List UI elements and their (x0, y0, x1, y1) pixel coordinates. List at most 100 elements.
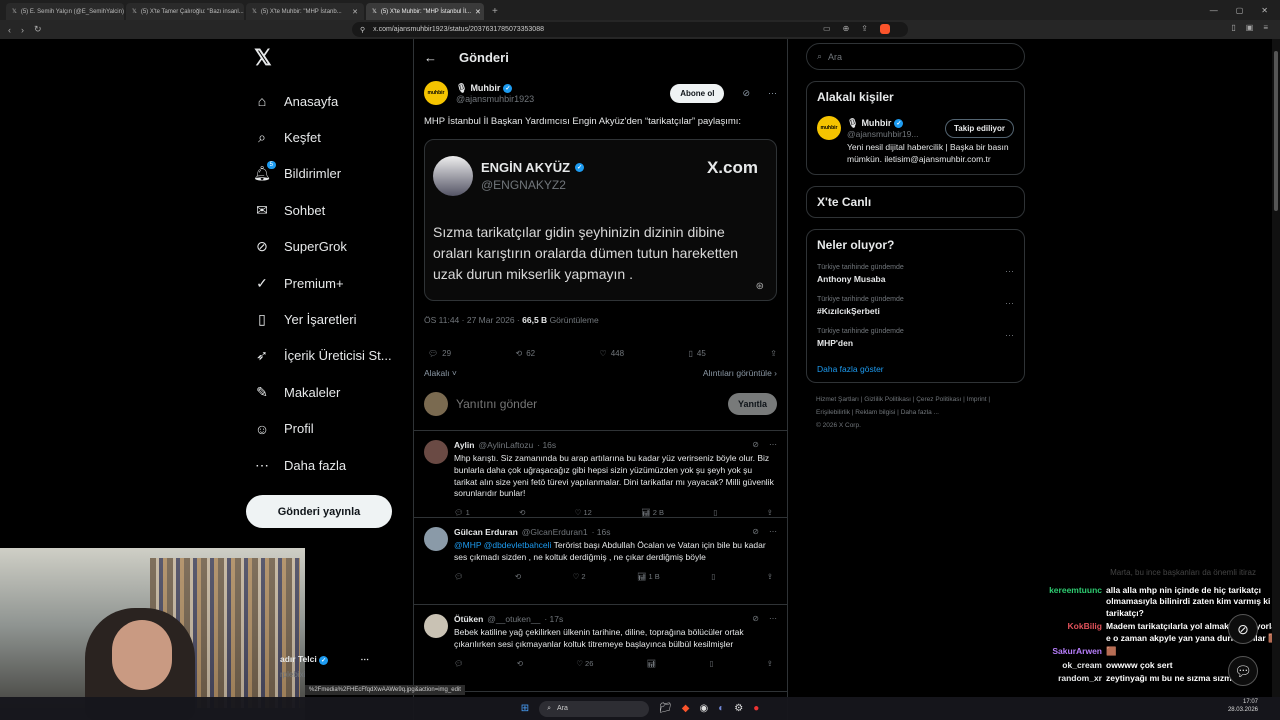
footer-link[interactable]: Reklam bilgisi (855, 409, 895, 416)
taskbar-clock[interactable]: 17:07 28.03.2026 (1228, 699, 1258, 715)
more-icon[interactable]: ⋯ (768, 88, 777, 99)
avatar[interactable] (424, 439, 448, 464)
site-info-icon[interactable]: ⚲ (360, 26, 365, 34)
reply-time[interactable]: · 16s (592, 527, 611, 537)
reply-item[interactable]: Aylin @AylinLaftozu · 16s ⊘ ⋯ Mhp karıştı… (414, 431, 787, 518)
trend-item[interactable]: Türkiye tarihinde gündemde #KızılcıkŞerb… (817, 296, 1014, 316)
back-icon[interactable]: ‹ (8, 25, 11, 35)
post-time[interactable]: ÖS 11:44 · 27 Mar 2026 · (424, 315, 520, 325)
obs-icon[interactable]: ◉ (700, 703, 709, 714)
like-action[interactable]: ♡ 26 (576, 659, 593, 668)
discord-icon[interactable]: ◐ (718, 703, 724, 714)
footer-link[interactable]: Imprint (967, 396, 987, 403)
more-icon[interactable]: ⋯ (1005, 266, 1014, 277)
brave-icon[interactable]: ◆ (682, 703, 690, 714)
more-icon[interactable]: ⋯ (769, 440, 777, 449)
share-icon[interactable]: ⇪ (861, 24, 868, 36)
trend-item[interactable]: Türkiye tarihinde gündemde MHP'den ⋯ (817, 328, 1014, 348)
page-scrollbar[interactable] (1272, 39, 1280, 697)
reply-item[interactable]: Gülcan Erduran @GlcanErduran1 · 16s ⊘ ⋯ @… (414, 518, 787, 605)
more-icon[interactable]: ⋯ (769, 614, 777, 623)
url-field[interactable]: ⚲ x.com/ajansmuhbir1923/status/203763178… (352, 22, 908, 37)
views-action[interactable]: 📊︎ 2 B (641, 508, 664, 517)
more-icon[interactable]: ⋯ (1005, 298, 1014, 309)
footer-link[interactable]: Erişilebilirlik (816, 409, 850, 416)
scroll-thumb[interactable] (1274, 51, 1278, 211)
tab-close-icon[interactable]: ✕ (475, 8, 481, 16)
app-icon[interactable]: ● (753, 703, 759, 714)
reply-author-handle[interactable]: @__otuken__ (487, 614, 540, 624)
bookmark-action[interactable]: ▯ 45 (689, 349, 706, 358)
windows-start-icon[interactable]: ⊞ (521, 703, 529, 714)
share-action[interactable]: ⇪ (767, 659, 773, 668)
nav-item-more[interactable]: ⋯ Daha fazla (246, 447, 406, 483)
footer-link[interactable]: Hizmet Şartları (816, 396, 859, 403)
nav-item-explore[interactable]: ⌕ Keşfet (246, 119, 406, 155)
close-window-icon[interactable]: ✕ (1261, 6, 1268, 15)
trend-item[interactable]: Türkiye tarihinde gündemde Anthony Musab… (817, 264, 1014, 284)
author-handle[interactable]: @ajansmuhbir1923 (456, 94, 662, 104)
back-arrow-icon[interactable]: ← (424, 50, 437, 65)
avatar[interactable] (424, 613, 448, 638)
reply-action[interactable]: 💬︎ (454, 572, 464, 581)
following-button[interactable]: Takip ediliyor (945, 118, 1014, 138)
repost-action[interactable]: ⟲ (517, 659, 523, 668)
browser-tab-active[interactable]: 𝕏 (5) X'te Muhbir: "MHP İstanbul İl... ✕ (366, 3, 484, 20)
live-panel[interactable]: X'te Canlı (806, 185, 1025, 218)
footer-link[interactable]: Daha fazla ... (901, 409, 939, 416)
new-tab-button[interactable]: + (486, 3, 504, 20)
wallet-icon[interactable]: ▣ (1246, 23, 1254, 32)
reply-action[interactable]: 💬︎ 29 (428, 349, 451, 358)
grok-icon[interactable]: ⊘ (752, 440, 759, 449)
post-button[interactable]: Gönderi yayınla (246, 495, 392, 529)
reply-item[interactable]: Ötüken @__otuken__ · 17s ⊘ ⋯ Bebek katili… (414, 605, 787, 692)
more-icon[interactable]: ⋯ (1005, 330, 1014, 341)
minimize-icon[interactable]: — (1210, 6, 1218, 15)
more-icon[interactable]: ⋯ (769, 527, 777, 536)
share-action[interactable]: ⇪ (767, 508, 773, 517)
chat-bubble-icon[interactable]: 💬︎ (1228, 656, 1258, 686)
views-action[interactable]: 📊︎ (647, 659, 657, 668)
steam-icon[interactable]: ⚙ (734, 703, 743, 714)
like-action[interactable]: ♡ 2 (573, 572, 586, 581)
reply-mentions[interactable]: @MHP @dbdevletbahceli (454, 540, 551, 550)
related-dropdown[interactable]: Alakalı ˅ (424, 368, 457, 378)
view-quotes-link[interactable]: Alıntıları görüntüle › (703, 368, 777, 378)
show-more-link[interactable]: Daha fazla göster (817, 364, 1014, 374)
image-edit-icon[interactable]: ⊛ (756, 281, 764, 292)
reply-time[interactable]: · 17s (544, 614, 563, 624)
nav-item-notifications[interactable]: 🔔︎ 5 Bildirimler (246, 156, 406, 192)
subscribe-button[interactable]: Abone ol (670, 83, 725, 103)
file-explorer-icon[interactable]: 📁︎ (659, 703, 672, 714)
nav-item-profile[interactable]: ☺ Profil (246, 411, 406, 447)
repost-action[interactable]: ⟲ (519, 508, 525, 517)
avatar[interactable]: muhbir (424, 81, 448, 105)
nav-item-messages[interactable]: ✉ Sohbet (246, 192, 406, 228)
nav-item-bookmarks[interactable]: ▯ Yer İşaretleri (246, 301, 406, 337)
search-box[interactable]: ⌕ Ara (806, 43, 1025, 70)
bookmark-action[interactable]: ▯ (713, 508, 717, 517)
x-logo-icon[interactable]: 𝕏 (254, 45, 406, 71)
reload-icon[interactable]: ↻ (34, 24, 42, 35)
grok-icon[interactable]: ⊘ (752, 614, 759, 623)
related-person[interactable]: muhbir 🎙︎ Muhbir ✓ @ajansmuhbir19... Takip… (817, 116, 1014, 140)
bookmark-action[interactable]: ▯ (709, 659, 713, 668)
forward-icon[interactable]: › (21, 25, 24, 35)
share-action[interactable]: ⇪ (767, 572, 773, 581)
reply-author-name[interactable]: Gülcan Erduran (454, 527, 518, 537)
brave-shield-icon[interactable] (880, 23, 890, 36)
menu-icon[interactable]: ≡ (1263, 23, 1268, 32)
cast-icon[interactable]: ▭ (823, 24, 831, 36)
reply-action[interactable]: 💬︎ 1 (454, 508, 470, 517)
avatar[interactable]: muhbir (817, 116, 841, 140)
like-action[interactable]: ♡ 448 (600, 349, 625, 358)
repost-action[interactable]: ⟲ (515, 572, 521, 581)
tab-close-icon[interactable]: ✕ (352, 8, 358, 16)
reply-author-name[interactable]: Ötüken (454, 614, 483, 624)
nav-item-creator-studio[interactable]: ➶ İçerik Üreticisi St... (246, 338, 406, 374)
reply-time[interactable]: · 16s (537, 440, 556, 450)
nav-item-supergrok[interactable]: ⊘ SuperGrok (246, 229, 406, 265)
avatar[interactable] (424, 526, 448, 551)
footer-link[interactable]: Gizlilik Politikası (864, 396, 911, 403)
reply-button[interactable]: Yanıtla (727, 392, 777, 415)
